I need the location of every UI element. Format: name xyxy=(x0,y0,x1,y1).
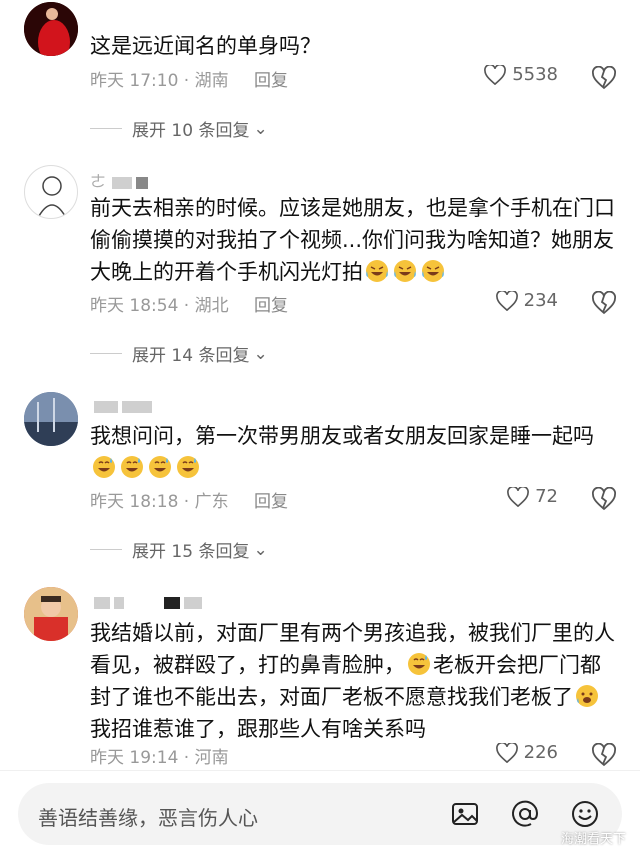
comment-meta: 昨天 18:18 · 广东 回复 xyxy=(90,492,289,512)
chevron-down-icon: ⌄ xyxy=(253,343,268,364)
divider xyxy=(90,353,122,354)
emoji-icon[interactable] xyxy=(570,799,600,829)
like-button[interactable]: 226 xyxy=(495,742,558,763)
heart-icon xyxy=(495,290,518,311)
comment-text: 前天去相亲的时候。应该是她朋友，也是拿个手机在门口偷偷摸摸的对我拍了个视频...… xyxy=(90,196,615,284)
avatar[interactable] xyxy=(24,392,78,446)
expand-replies-button[interactable]: 展开 15 条回复 ⌄ xyxy=(90,537,268,562)
comment-text: 这是远近闻名的单身吗？ xyxy=(90,34,321,58)
like-button[interactable]: 234 xyxy=(495,290,558,311)
comment-input[interactable]: 善语结善缘，恶言伤人心 xyxy=(18,783,622,845)
reply-button[interactable]: 回复 xyxy=(254,71,288,91)
chevron-down-icon: ⌄ xyxy=(253,539,268,560)
cold-sweat-emoji-icon xyxy=(575,684,599,708)
laughing-crying-emoji-icon xyxy=(421,259,445,283)
username[interactable]: ㄜ xyxy=(90,168,149,192)
broken-heart-icon[interactable] xyxy=(592,487,616,511)
at-mention-icon[interactable] xyxy=(510,799,540,829)
comment-input-bar: 善语结善缘，恶言伤人心 海潮看天下 xyxy=(0,770,640,855)
broken-heart-icon[interactable] xyxy=(592,66,616,90)
comment-meta: 昨天 18:54 · 湖北 回复 xyxy=(90,296,289,316)
divider xyxy=(90,549,122,550)
sweat-smile-emoji-icon xyxy=(148,455,172,479)
avatar[interactable] xyxy=(24,2,78,56)
username[interactable] xyxy=(90,592,202,611)
reply-button[interactable]: 回复 xyxy=(254,296,288,316)
comment-meta: 昨天 17:10 · 湖南 回复 xyxy=(90,71,289,91)
sweat-smile-emoji-icon xyxy=(120,455,144,479)
heart-icon xyxy=(507,486,529,507)
heart-icon xyxy=(495,742,518,763)
image-icon[interactable] xyxy=(450,799,480,829)
username[interactable] xyxy=(90,396,152,415)
avatar[interactable] xyxy=(24,587,78,641)
sweat-smile-emoji-icon xyxy=(176,455,200,479)
sweat-smile-emoji-icon xyxy=(407,652,431,676)
sweat-smile-emoji-icon xyxy=(92,455,116,479)
comment-text: 我想问问，第一次带男朋友或者女朋友回家是睡一起吗 xyxy=(90,420,620,484)
like-count: 234 xyxy=(523,290,558,311)
laughing-crying-emoji-icon xyxy=(393,259,417,283)
like-count: 5538 xyxy=(512,64,558,85)
chevron-down-icon: ⌄ xyxy=(253,118,268,139)
comment-meta: 昨天 19:14 · 河南 xyxy=(90,748,229,768)
heart-icon xyxy=(484,64,507,85)
divider xyxy=(90,128,122,129)
comment-text: 我结婚以前，对面厂里有两个男孩追我，被我们厂里的人看见，被群殴了，打的鼻青脸肿，… xyxy=(90,621,615,741)
like-button[interactable]: 5538 xyxy=(484,64,558,85)
like-count: 72 xyxy=(535,486,558,507)
watermark: 海潮看天下 xyxy=(560,832,626,847)
laughing-crying-emoji-icon xyxy=(365,259,389,283)
expand-replies-button[interactable]: 展开 14 条回复 ⌄ xyxy=(90,341,268,366)
broken-heart-icon[interactable] xyxy=(592,291,616,315)
broken-heart-icon[interactable] xyxy=(592,743,616,767)
like-count: 226 xyxy=(523,742,558,763)
expand-replies-button[interactable]: 展开 10 条回复 ⌄ xyxy=(90,116,268,141)
input-placeholder: 善语结善缘，恶言伤人心 xyxy=(38,806,258,830)
reply-button[interactable]: 回复 xyxy=(254,492,288,512)
avatar[interactable] xyxy=(24,165,78,219)
like-button[interactable]: 72 xyxy=(507,486,558,507)
